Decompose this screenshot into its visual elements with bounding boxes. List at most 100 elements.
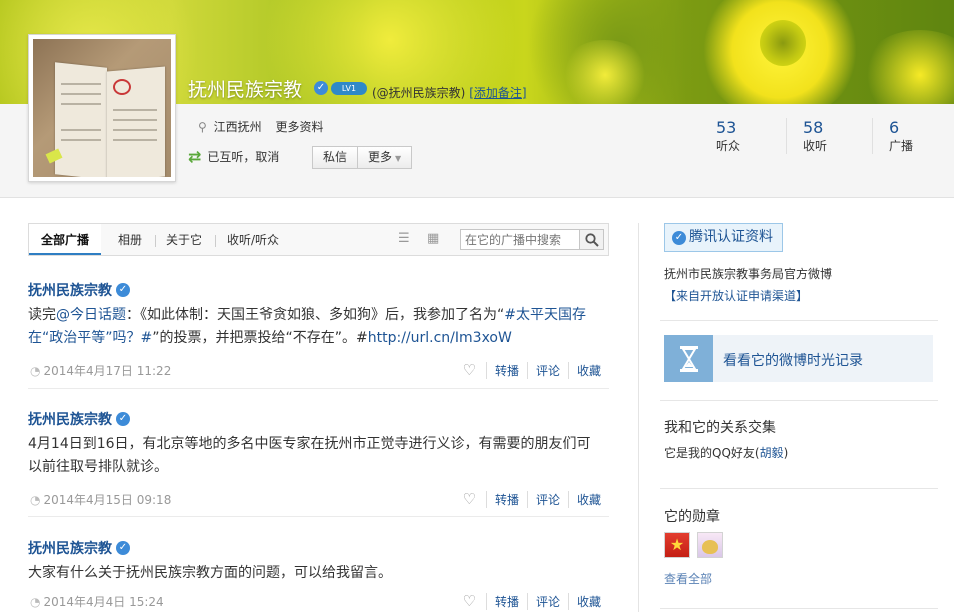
- favorite-button[interactable]: 收藏: [567, 592, 609, 610]
- favorite-button[interactable]: 收藏: [567, 361, 609, 379]
- mutual-text[interactable]: 已互听，取消: [207, 148, 279, 165]
- stat-broadcasts[interactable]: 6 广播: [872, 118, 954, 154]
- post-text-part: ：《如此体制：天国王爷贪如狼、多如狗》后，我参加了名为“: [126, 307, 505, 323]
- auth-badge-label[interactable]: 腾讯认证资料: [689, 229, 773, 245]
- tab-follow[interactable]: 收听/听众: [227, 224, 279, 255]
- post-author[interactable]: 抚州民族宗教 ✓: [28, 538, 609, 558]
- verified-icon: ✓: [116, 412, 130, 426]
- sidebar-divider: [660, 320, 938, 321]
- auth-description: 抚州市民族宗教事务局官方微博: [664, 267, 833, 281]
- repost-button[interactable]: 转播: [485, 361, 527, 379]
- add-note-link[interactable]: [添加备注]: [469, 86, 526, 100]
- post-author[interactable]: 抚州民族宗教 ✓: [28, 280, 609, 300]
- post-time[interactable]: ◔ 2014年4月15日 09:18: [30, 491, 171, 508]
- post-meta: ◔ 2014年4月15日 09:18 ♡ 转播 评论 收藏: [28, 487, 609, 509]
- timeline-record-link[interactable]: 看看它的微博时光记录: [664, 335, 933, 382]
- like-heart-icon[interactable]: ♡: [463, 490, 476, 508]
- list-view-icon[interactable]: ☰: [398, 232, 412, 245]
- timeline-label[interactable]: 看看它的微博时光记录: [723, 350, 863, 370]
- more-info-link[interactable]: 更多资料: [275, 120, 323, 134]
- tab-album[interactable]: 相册: [118, 224, 142, 255]
- see-all-medals-link[interactable]: 查看全部: [664, 570, 712, 587]
- relation-friend-link[interactable]: 胡毅: [760, 446, 784, 460]
- chevron-down-icon: ▼: [395, 154, 402, 163]
- repost-button[interactable]: 转播: [485, 592, 527, 610]
- feed-post: 抚州民族宗教 ✓ 4月14日到16日，有北京等地的多名中医专家在抚州市正觉寺进行义…: [28, 409, 609, 509]
- tencent-auth-badge[interactable]: ✓ 腾讯认证资料: [664, 223, 783, 252]
- post-time[interactable]: ◔ 2014年4月17日 11:22: [30, 362, 171, 379]
- relation-text: 它是我的QQ好友(: [664, 446, 760, 460]
- post-meta: ◔ 2014年4月17日 11:22 ♡ 转播 评论 收藏: [28, 358, 609, 380]
- auth-channel-link[interactable]: 【来自开放认证申请渠道】: [664, 287, 808, 304]
- mutual-follow-status[interactable]: ⇄ 已互听，取消: [188, 147, 279, 166]
- tab-about[interactable]: 关于它: [166, 224, 202, 255]
- post-actions: ♡ 转播 评论 收藏: [463, 592, 610, 610]
- like-heart-icon[interactable]: ♡: [463, 361, 476, 379]
- post-meta: ◔ 2014年4月4日 15:24 ♡ 转播 评论 收藏: [28, 589, 609, 611]
- profile-name: 抚州民族宗教: [188, 79, 303, 101]
- location-line: ⚲ 江西抚州 更多资料: [198, 118, 323, 135]
- post-text-part: 读完: [28, 307, 56, 323]
- sidebar-divider: [660, 608, 938, 609]
- medal-star-icon[interactable]: ★: [664, 532, 690, 558]
- post-author-name[interactable]: 抚州民族宗教: [28, 280, 112, 300]
- stat-following[interactable]: 58 收听: [786, 118, 872, 154]
- favorite-button[interactable]: 收藏: [567, 490, 609, 508]
- stat-label: 广播: [889, 139, 914, 153]
- clock-icon: ◔: [30, 493, 41, 507]
- calendar-view-icon[interactable]: ▦: [427, 232, 441, 245]
- post-time-text[interactable]: 2014年4月17日 11:22: [43, 364, 171, 378]
- post-text: 读完@今日话题：《如此体制：天国王爷贪如狼、多如狗》后，我参加了名为“#太平天国…: [28, 304, 603, 350]
- feed-post: 抚州民族宗教 ✓ 大家有什么关于抚州民族宗教方面的问题，可以给我留言。 ◔ 2014…: [28, 538, 609, 611]
- message-button[interactable]: 私信: [312, 146, 359, 169]
- post-author[interactable]: 抚州民族宗教 ✓: [28, 409, 609, 429]
- url-link[interactable]: http://url.cn/Im3xoW: [368, 330, 512, 346]
- profile-buttons: 私信 更多 ▼: [312, 146, 413, 169]
- post-text: 4月14日到16日，有北京等地的多名中医专家在抚州市正觉寺进行义诊，有需要的朋友…: [28, 436, 591, 475]
- more-button[interactable]: 更多 ▼: [358, 146, 413, 169]
- post-text-part: ”的投票，并把票投给“不存在”。#: [152, 330, 368, 346]
- relation-description: 它是我的QQ好友(胡毅): [664, 444, 788, 461]
- stat-value: 58: [803, 118, 824, 137]
- post-time[interactable]: ◔ 2014年4月4日 15:24: [30, 593, 164, 610]
- location-pin-icon: ⚲: [198, 120, 207, 134]
- comment-button[interactable]: 评论: [526, 490, 568, 508]
- topic-link[interactable]: @今日话题: [56, 307, 126, 323]
- post-author-name[interactable]: 抚州民族宗教: [28, 538, 112, 558]
- search-button[interactable]: [579, 229, 604, 250]
- tab-divider: [215, 235, 216, 247]
- stat-label: 听众: [716, 139, 741, 153]
- avatar-image: [33, 39, 171, 177]
- post-time-text[interactable]: 2014年4月4日 15:24: [43, 595, 163, 609]
- repost-button[interactable]: 转播: [485, 490, 527, 508]
- verified-icon: ✓: [116, 283, 130, 297]
- profile-stats: 53 听众 58 收听 6 广播: [700, 118, 954, 154]
- comment-button[interactable]: 评论: [526, 361, 568, 379]
- post-time-text[interactable]: 2014年4月15日 09:18: [43, 493, 171, 507]
- relation-title: 我和它的关系交集: [664, 420, 776, 436]
- feed-search-input[interactable]: [460, 229, 580, 250]
- verified-icon: ✓: [116, 541, 130, 555]
- sidebar-divider: [660, 400, 938, 401]
- tab-all-broadcasts[interactable]: 全部广播: [29, 224, 102, 255]
- clock-icon: ◔: [30, 595, 41, 609]
- relation-text: ): [783, 446, 789, 460]
- post-actions: ♡ 转播 评论 收藏: [463, 361, 610, 379]
- post-author-name[interactable]: 抚州民族宗教: [28, 409, 112, 429]
- avatar[interactable]: [28, 34, 176, 182]
- comment-button[interactable]: 评论: [526, 592, 568, 610]
- handle-text: (@抚州民族宗教): [372, 86, 466, 100]
- profile-handle: (@抚州民族宗教) [添加备注]: [372, 84, 527, 101]
- sidebar-divider: [660, 488, 938, 489]
- post-divider: [28, 516, 609, 517]
- clock-icon: ◔: [30, 364, 41, 378]
- feed-post: 抚州民族宗教 ✓ 读完@今日话题：《如此体制：天国王爷贪如狼、多如狗》后，我参加了…: [28, 280, 609, 380]
- star-icon: ★: [669, 535, 685, 554]
- stat-listeners[interactable]: 53 听众: [700, 118, 786, 154]
- like-heart-icon[interactable]: ♡: [463, 592, 476, 610]
- level-badge: LV1: [331, 82, 367, 95]
- stat-value: 53: [716, 118, 737, 137]
- hourglass-icon: [664, 335, 713, 382]
- medal-face-icon[interactable]: [697, 532, 723, 558]
- stat-label: 收听: [803, 139, 828, 153]
